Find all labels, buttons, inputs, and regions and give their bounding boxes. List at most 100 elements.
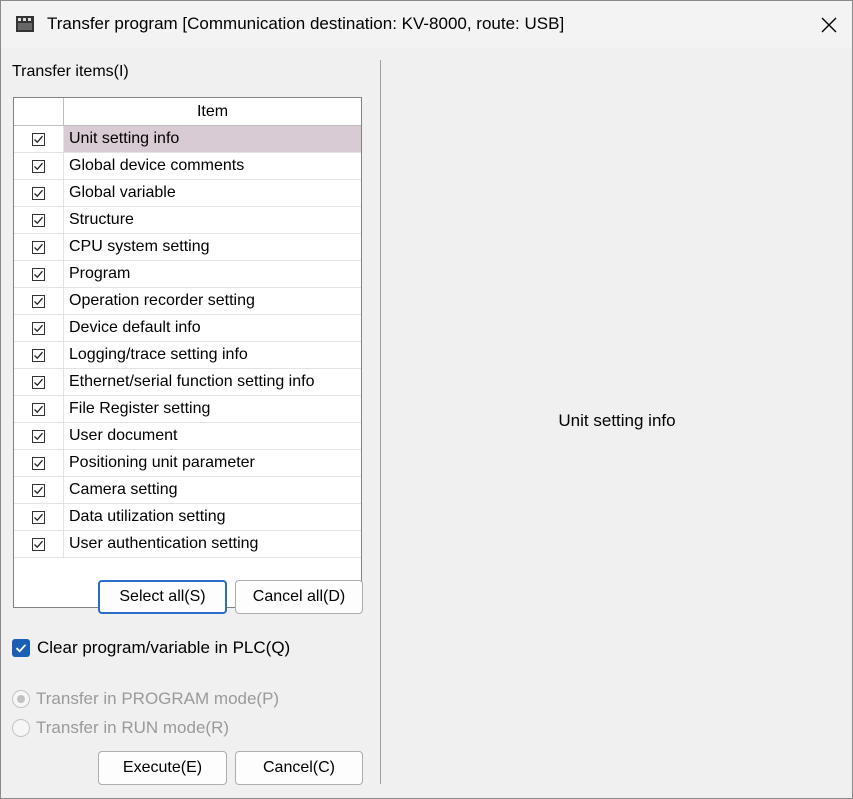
list-item[interactable]: Unit setting info (14, 126, 361, 153)
list-item[interactable]: User authentication setting (14, 531, 361, 558)
transfer-program-dialog: Transfer program [Communication destinat… (0, 0, 853, 799)
left-pane: Transfer items(I) Item Unit setting info… (1, 48, 380, 798)
list-item[interactable]: User document (14, 423, 361, 450)
close-button[interactable] (806, 1, 852, 48)
checkmark-icon (34, 270, 43, 278)
list-item-check-cell[interactable] (14, 315, 64, 341)
list-item-label: Global variable (69, 184, 176, 201)
app-icon (16, 16, 34, 32)
list-item-label: Program (69, 265, 131, 282)
select-all-button[interactable]: Select all(S) (98, 580, 227, 614)
list-item-check-cell[interactable] (14, 180, 64, 206)
list-item-check-cell[interactable] (14, 369, 64, 395)
transfer-items-label: Transfer items(I) (12, 63, 129, 80)
checkmark-icon (34, 189, 43, 197)
list-item-check-cell[interactable] (14, 288, 64, 314)
list-item-checkbox[interactable] (32, 294, 45, 308)
list-item-label: Camera setting (69, 481, 178, 498)
list-item-checkbox[interactable] (32, 456, 45, 470)
list-item-checkbox[interactable] (32, 537, 45, 551)
list-item-label: Device default info (69, 319, 201, 336)
list-item-check-cell[interactable] (14, 423, 64, 449)
cancel-all-button[interactable]: Cancel all(D) (235, 580, 363, 614)
list-item-checkbox[interactable] (32, 159, 45, 173)
list-item-checkbox[interactable] (32, 267, 45, 281)
list-item[interactable]: Ethernet/serial function setting info (14, 369, 361, 396)
list-item[interactable]: Operation recorder setting (14, 288, 361, 315)
checkmark-icon (34, 432, 43, 440)
list-item[interactable]: File Register setting (14, 396, 361, 423)
checkmark-icon (34, 243, 43, 251)
list-item-check-cell[interactable] (14, 450, 64, 476)
title-bar: Transfer program [Communication destinat… (1, 1, 852, 48)
list-item-label: Operation recorder setting (69, 292, 255, 309)
checkmark-icon (34, 513, 43, 521)
list-item[interactable]: Logging/trace setting info (14, 342, 361, 369)
transfer-items-list[interactable]: Item Unit setting info Global device comm… (13, 97, 362, 608)
list-item-check-cell[interactable] (14, 126, 64, 152)
list-item-checkbox[interactable] (32, 348, 45, 362)
list-item-check-cell[interactable] (14, 477, 64, 503)
detail-pane: Unit setting info (382, 48, 852, 798)
list-item-label: Logging/trace setting info (69, 346, 248, 363)
list-item-label: CPU system setting (69, 238, 210, 255)
program-mode-option[interactable]: Transfer in PROGRAM mode(P) (12, 689, 279, 709)
list-item-label: Global device comments (69, 157, 245, 174)
radio-selected-dot (17, 695, 25, 703)
list-item[interactable]: Global device comments (14, 153, 361, 180)
pane-divider (380, 60, 381, 784)
list-item-checkbox[interactable] (32, 321, 45, 335)
item-column-header[interactable]: Item (64, 98, 361, 125)
list-item-check-cell[interactable] (14, 261, 64, 287)
program-mode-radio[interactable] (12, 690, 30, 708)
run-mode-radio[interactable] (12, 719, 30, 737)
list-item[interactable]: Camera setting (14, 477, 361, 504)
run-mode-label: Transfer in RUN mode(R) (36, 718, 230, 737)
list-item-check-cell[interactable] (14, 531, 64, 557)
execute-button[interactable]: Execute(E) (98, 751, 227, 785)
list-item-check-cell[interactable] (14, 153, 64, 179)
close-icon (821, 17, 837, 32)
list-item-checkbox[interactable] (32, 402, 45, 416)
list-item-label: Data utilization setting (69, 508, 226, 525)
list-item-checkbox[interactable] (32, 510, 45, 524)
checkmark-icon (34, 378, 43, 386)
clear-program-checkbox[interactable] (12, 639, 30, 657)
list-item-checkbox[interactable] (32, 429, 45, 443)
checkmark-icon (34, 324, 43, 332)
list-item[interactable]: Structure (14, 207, 361, 234)
program-mode-label: Transfer in PROGRAM mode(P) (36, 689, 280, 708)
list-item-checkbox[interactable] (32, 186, 45, 200)
list-item-check-cell[interactable] (14, 207, 64, 233)
list-item[interactable]: CPU system setting (14, 234, 361, 261)
list-item-label: Ethernet/serial function setting info (69, 373, 315, 390)
list-item[interactable]: Data utilization setting (14, 504, 361, 531)
list-item-check-cell[interactable] (14, 504, 64, 530)
list-item[interactable]: Global variable (14, 180, 361, 207)
list-item-checkbox[interactable] (32, 375, 45, 389)
list-item-checkbox[interactable] (32, 213, 45, 227)
list-header: Item (14, 98, 361, 126)
detail-title: Unit setting info (558, 411, 676, 430)
list-item-check-cell[interactable] (14, 396, 64, 422)
checkmark-icon (34, 135, 43, 143)
list-item[interactable]: Device default info (14, 315, 361, 342)
list-item-label: File Register setting (69, 400, 211, 417)
checkmark-icon (34, 297, 43, 305)
list-item[interactable]: Positioning unit parameter (14, 450, 361, 477)
list-item-label: User document (69, 427, 178, 444)
run-mode-option[interactable]: Transfer in RUN mode(R) (12, 718, 229, 738)
list-item[interactable]: Program (14, 261, 361, 288)
list-item-label: User authentication setting (69, 535, 259, 552)
list-item-checkbox[interactable] (32, 240, 45, 254)
list-item-check-cell[interactable] (14, 234, 64, 260)
check-column-header[interactable] (14, 98, 64, 125)
checkmark-icon (15, 644, 27, 653)
checkmark-icon (34, 540, 43, 548)
list-item-check-cell[interactable] (14, 342, 64, 368)
list-item-checkbox[interactable] (32, 132, 45, 146)
cancel-button[interactable]: Cancel(C) (235, 751, 363, 785)
clear-program-option[interactable]: Clear program/variable in PLC(Q) (12, 638, 290, 658)
checkmark-icon (34, 216, 43, 224)
list-item-checkbox[interactable] (32, 483, 45, 497)
